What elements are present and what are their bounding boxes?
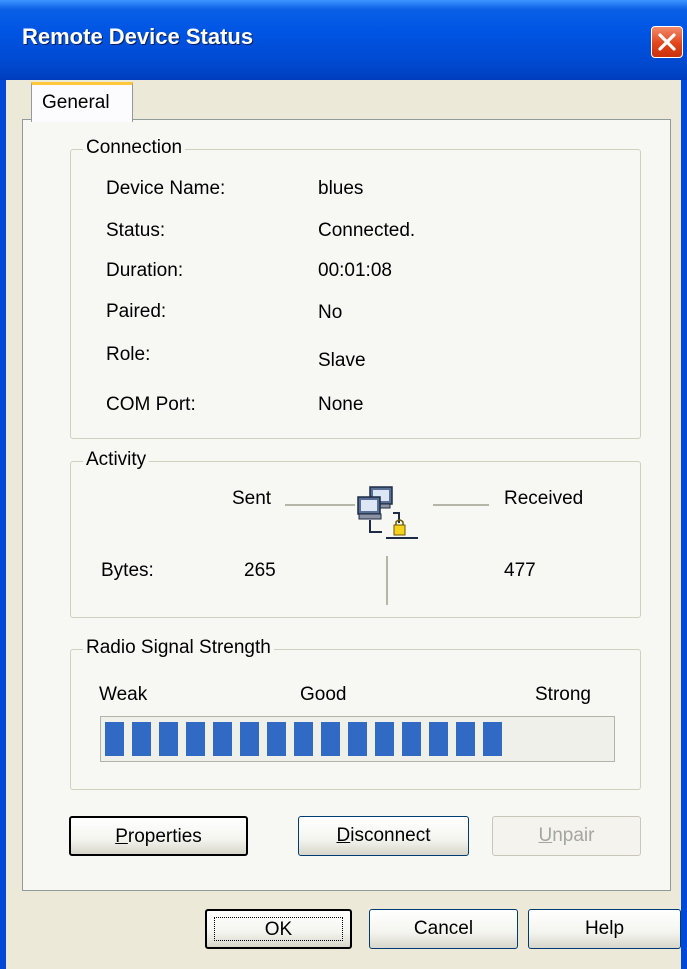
role-value: Slave bbox=[318, 350, 366, 371]
help-label: Help bbox=[584, 918, 625, 939]
bytes-received-value: 477 bbox=[504, 560, 536, 581]
paired-label: Paired: bbox=[106, 301, 167, 322]
bytes-sent-value: 265 bbox=[244, 560, 276, 581]
status-label: Status: bbox=[106, 220, 166, 241]
status-value: Connected. bbox=[318, 220, 416, 241]
signal-segment bbox=[159, 722, 178, 756]
com-port-value: None bbox=[318, 394, 364, 415]
signal-segment bbox=[213, 722, 232, 756]
signal-good-label: Good bbox=[300, 684, 347, 705]
received-line bbox=[433, 504, 489, 506]
remote-device-status-dialog: Remote Device Status General Connection … bbox=[0, 0, 687, 969]
signal-segment bbox=[375, 722, 394, 756]
window-border-left bbox=[0, 80, 6, 969]
duration-value: 00:01:08 bbox=[318, 260, 392, 281]
help-button[interactable]: Help bbox=[528, 909, 681, 949]
role-label: Role: bbox=[106, 344, 151, 365]
signal-segment bbox=[186, 722, 205, 756]
device-name-value: blues bbox=[318, 178, 364, 199]
signal-segment bbox=[267, 722, 286, 756]
signal-segment bbox=[483, 722, 502, 756]
disconnect-label: isconnect bbox=[350, 825, 431, 846]
paired-value: No bbox=[318, 302, 343, 323]
received-label: Received bbox=[504, 488, 584, 509]
signal-segment bbox=[240, 722, 259, 756]
activity-divider bbox=[386, 556, 388, 605]
unpair-label: npair bbox=[552, 825, 595, 846]
signal-strength-bar bbox=[100, 716, 615, 762]
signal-segment bbox=[456, 722, 475, 756]
com-port-label: COM Port: bbox=[106, 394, 196, 415]
signal-segment bbox=[294, 722, 313, 756]
disconnect-mnemonic: D bbox=[336, 825, 351, 846]
signal-segment bbox=[402, 722, 421, 756]
cancel-label: Cancel bbox=[413, 918, 474, 939]
bytes-label: Bytes: bbox=[101, 560, 154, 581]
tab-general-label: General bbox=[42, 92, 110, 113]
sent-label: Sent bbox=[232, 488, 272, 509]
signal-segment bbox=[429, 722, 448, 756]
general-tab-panel: Connection Device Name: blues Status: Co… bbox=[22, 119, 671, 891]
device-name-label: Device Name: bbox=[106, 178, 226, 199]
close-icon bbox=[658, 33, 676, 51]
window-title: Remote Device Status bbox=[22, 24, 254, 49]
signal-segment bbox=[132, 722, 151, 756]
signal-segment bbox=[105, 722, 124, 756]
network-computers-icon bbox=[357, 486, 418, 539]
connection-group-label: Connection bbox=[83, 137, 186, 159]
activity-group-label: Activity bbox=[83, 449, 150, 471]
properties-mnemonic: P bbox=[115, 826, 128, 847]
tab-general[interactable]: General bbox=[31, 82, 133, 122]
disconnect-button[interactable]: Disconnect bbox=[298, 816, 469, 856]
signal-segment bbox=[348, 722, 367, 756]
signal-weak-label: Weak bbox=[99, 684, 148, 705]
title-bar[interactable]: Remote Device Status bbox=[0, 0, 687, 80]
duration-label: Duration: bbox=[106, 260, 184, 281]
unpair-button[interactable]: Unpair bbox=[492, 816, 641, 856]
properties-label: roperties bbox=[127, 826, 202, 847]
sent-line bbox=[285, 504, 355, 506]
radio-signal-strength-label: Radio Signal Strength bbox=[83, 637, 274, 659]
properties-button[interactable]: Properties bbox=[69, 816, 248, 856]
signal-strong-label: Strong bbox=[535, 684, 591, 705]
focus-rect bbox=[214, 917, 343, 941]
signal-segment bbox=[321, 722, 340, 756]
ok-button[interactable]: OK bbox=[205, 909, 352, 949]
unpair-mnemonic: U bbox=[538, 825, 553, 846]
window-border-right bbox=[681, 80, 687, 969]
cancel-button[interactable]: Cancel bbox=[369, 909, 518, 949]
close-button[interactable] bbox=[651, 26, 683, 58]
